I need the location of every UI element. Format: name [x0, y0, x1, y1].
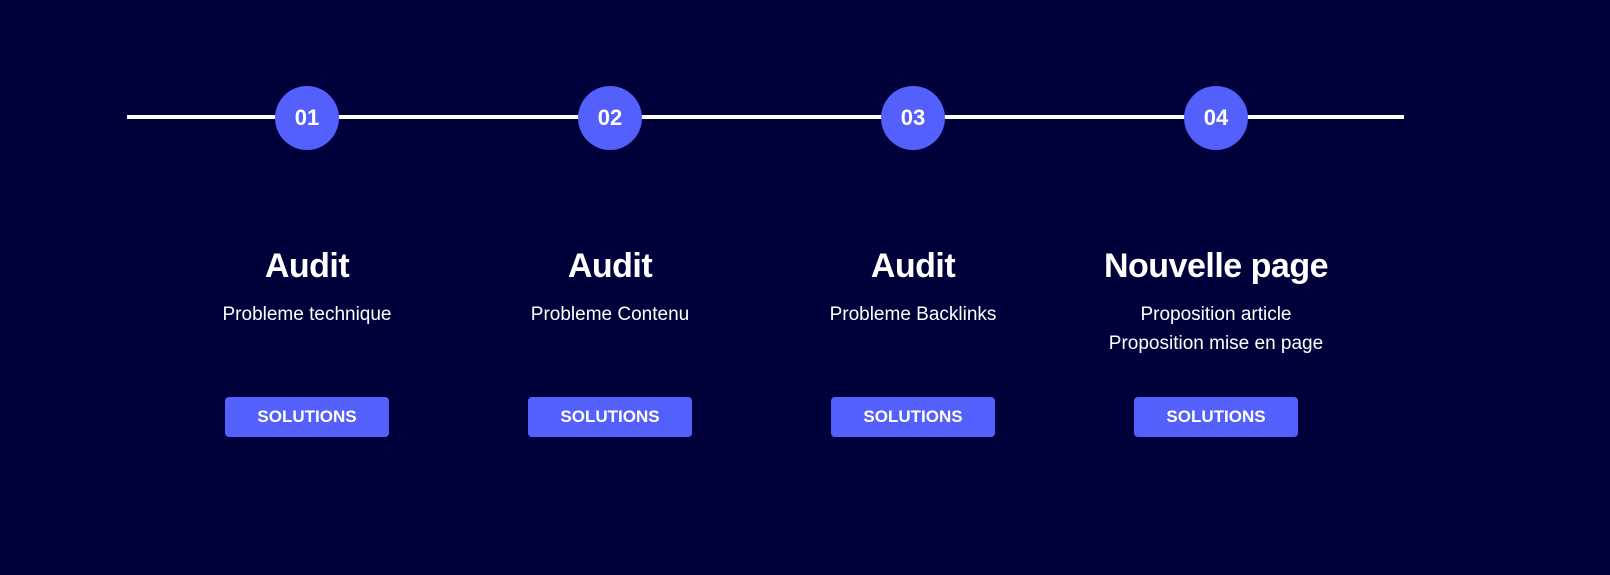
step-title: Audit [870, 247, 956, 285]
step-description-line: Proposition article [1140, 304, 1292, 325]
step-title: Audit [264, 247, 350, 285]
timeline-step-1: 01 Audit Probleme technique SOLUTIONS [157, 0, 457, 575]
step-description-line: Proposition mise en page [1108, 333, 1324, 354]
timeline-step-3: 03 Audit Probleme Backlinks SOLUTIONS [763, 0, 1063, 575]
step-description: Proposition article Proposition mise en … [1066, 300, 1366, 358]
timeline-step-2: 02 Audit Probleme Contenu SOLUTIONS [460, 0, 760, 575]
solutions-button[interactable]: SOLUTIONS [1134, 397, 1298, 437]
step-description-line: Probleme Backlinks [829, 304, 997, 325]
step-title: Nouvelle page [1103, 247, 1329, 285]
step-number-badge: 01 [275, 86, 339, 150]
step-number-badge: 03 [881, 86, 945, 150]
step-description: Probleme technique [157, 300, 457, 329]
step-description: Probleme Backlinks [763, 300, 1063, 329]
step-description: Probleme Contenu [460, 300, 760, 329]
solutions-button[interactable]: SOLUTIONS [225, 397, 389, 437]
step-description-line: Probleme technique [222, 304, 392, 325]
step-number-badge: 04 [1184, 86, 1248, 150]
step-number-badge: 02 [578, 86, 642, 150]
solutions-button[interactable]: SOLUTIONS [831, 397, 995, 437]
step-description-line: Probleme Contenu [530, 304, 690, 325]
timeline-step-4: 04 Nouvelle page Proposition article Pro… [1066, 0, 1366, 575]
solutions-button[interactable]: SOLUTIONS [528, 397, 692, 437]
step-title: Audit [567, 247, 653, 285]
